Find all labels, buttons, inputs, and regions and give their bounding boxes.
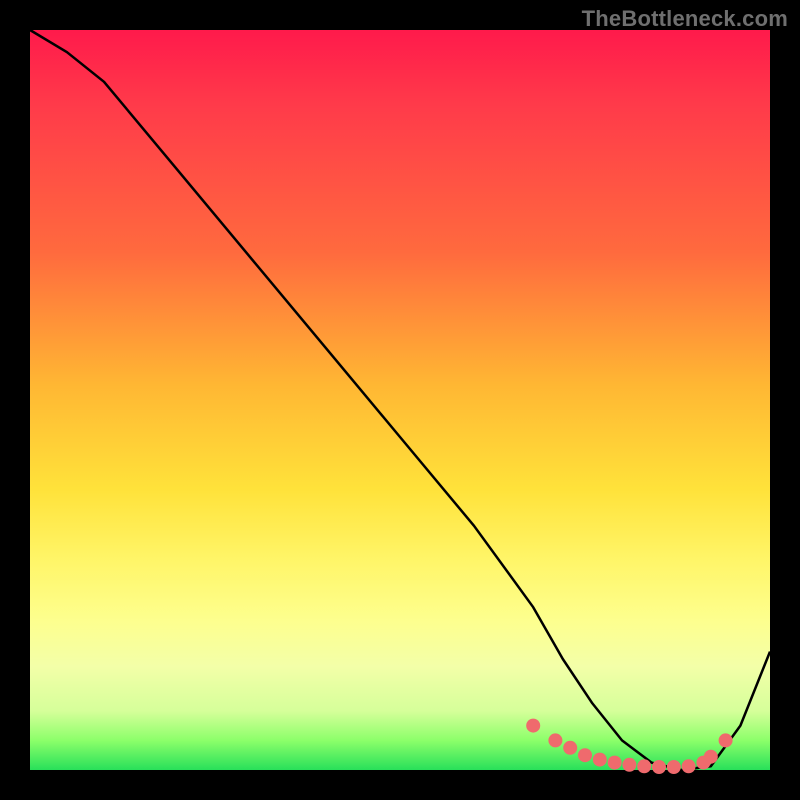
watermark-text: TheBottleneck.com <box>582 6 788 32</box>
plot-area <box>30 30 770 770</box>
chart-frame: TheBottleneck.com <box>0 0 800 800</box>
